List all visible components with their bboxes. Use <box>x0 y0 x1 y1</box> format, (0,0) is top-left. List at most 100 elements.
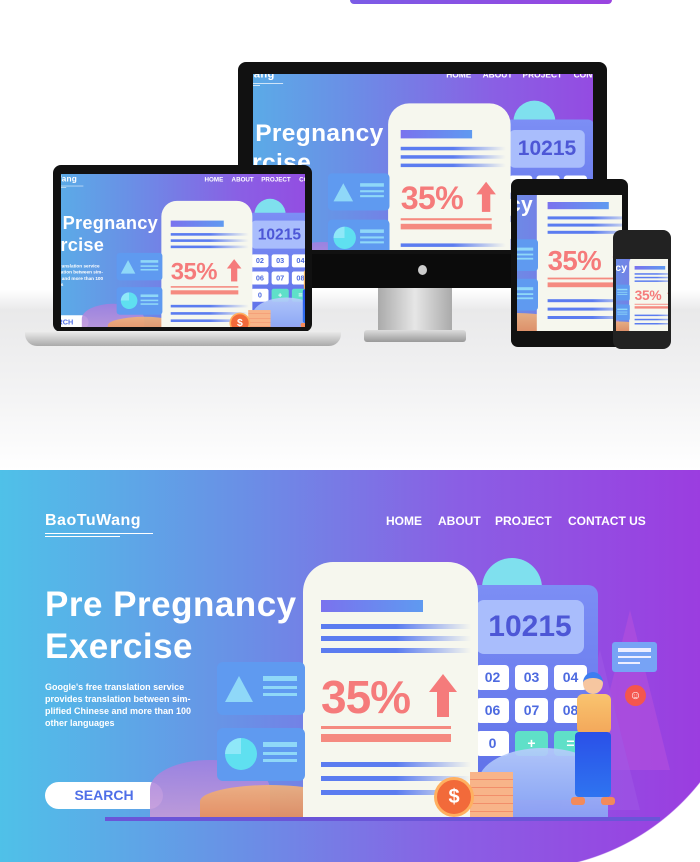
calculator-display: 10215 <box>509 130 585 168</box>
receipt-heading-bar <box>547 202 609 210</box>
monitor-base <box>364 330 466 342</box>
person-shoe <box>300 323 305 327</box>
receipt-line <box>547 230 622 234</box>
arrow-up-icon <box>476 181 496 195</box>
dollar-coin-icon: $ <box>434 777 474 817</box>
nav-contact-us[interactable]: CONTACT US <box>299 176 305 183</box>
receipt: 35% <box>388 103 511 250</box>
receipt-line <box>400 155 506 159</box>
arrow-up-icon <box>429 674 457 692</box>
pie-card <box>116 287 163 315</box>
calculator-key: 06 <box>476 698 509 723</box>
nav-home[interactable]: HOME <box>446 74 471 80</box>
title-line-1: Pre Pregnancy <box>45 585 297 624</box>
receipt-red-line <box>170 286 239 288</box>
nav-project[interactable]: PROJECT <box>495 514 552 528</box>
person-head <box>583 672 603 694</box>
hero-title: Pre Pregnancy Exercise <box>616 261 627 286</box>
nav-project[interactable]: PROJECT <box>523 74 563 80</box>
chart-card <box>116 252 163 281</box>
card-line <box>517 247 534 251</box>
nav-home[interactable]: HOME <box>386 514 422 528</box>
hero-title: Pre Pregnancy Exercise <box>517 195 533 243</box>
logo-underline <box>45 533 153 534</box>
nav-contact-us[interactable]: CONTACT US <box>574 74 593 80</box>
pie-card <box>327 219 390 250</box>
logo[interactable]: BaoTuWang <box>253 74 275 81</box>
nav-project[interactable]: PROJECT <box>261 176 290 183</box>
receipt-red-line <box>634 303 668 305</box>
receipt-red-line <box>321 734 451 742</box>
receipt-line <box>634 318 668 321</box>
receipt-line <box>400 146 506 151</box>
card-line <box>140 260 159 263</box>
logo[interactable]: BaoTuWang <box>61 175 77 184</box>
card-line <box>617 291 628 293</box>
person-shirt <box>577 694 611 734</box>
hero-banner: BaoTuWang HOME ABOUT PROJECT CONTACT US … <box>0 470 700 862</box>
msg-line <box>618 656 651 658</box>
top-banner-edge <box>350 0 612 4</box>
monitor-stand <box>378 286 452 332</box>
logo[interactable]: BaoTuWang <box>45 512 141 530</box>
card-line <box>140 303 159 305</box>
receipt-heading-bar <box>170 220 224 227</box>
nav-about[interactable]: ABOUT <box>483 74 513 80</box>
receipt-line <box>321 762 471 767</box>
percent-value: 35% <box>634 287 662 303</box>
receipt: 35% <box>161 200 253 327</box>
percent-value: 35% <box>547 244 602 276</box>
area-chart-icon <box>225 676 253 702</box>
msg-line <box>618 648 651 652</box>
nav-about[interactable]: ABOUT <box>438 514 481 528</box>
coin-stack <box>248 310 271 327</box>
title-line-1: Pre Pregnancy <box>616 261 628 274</box>
laptop-screen: BaoTuWang HOME ABOUT PROJECT CONTACT US … <box>61 174 305 327</box>
receipt-line <box>321 624 471 629</box>
person-figure <box>298 258 305 327</box>
receipt-line <box>170 233 249 236</box>
title-line-1: Pre Pregnancy <box>61 212 159 234</box>
pie-card <box>616 304 630 321</box>
area-chart-icon <box>120 260 136 274</box>
card-line <box>263 759 297 762</box>
receipt-line <box>634 314 668 317</box>
receipt-red-line <box>547 277 622 280</box>
nav-about[interactable]: ABOUT <box>232 176 254 183</box>
receipt-heading-bar <box>634 266 666 270</box>
receipt-heading-bar <box>400 130 473 139</box>
receipt: 35% <box>536 195 622 331</box>
pie-chart-icon <box>120 292 138 309</box>
card-line <box>140 294 159 298</box>
calculator-key: 07 <box>271 271 289 285</box>
msg-line <box>618 662 640 664</box>
calculator-key: 03 <box>271 254 289 268</box>
receipt-line <box>547 307 622 311</box>
logo-underline <box>61 187 67 188</box>
percent-value: 35% <box>321 671 411 723</box>
receipt-line <box>547 223 622 227</box>
logo-underline <box>61 185 84 187</box>
receipt-line <box>170 239 249 242</box>
receipt: 35% <box>629 259 668 331</box>
receipt-line <box>547 216 622 220</box>
receipt-line <box>170 245 249 249</box>
logo-underline <box>253 83 284 84</box>
chart-card <box>217 662 305 715</box>
arrow-up-icon-stem <box>481 193 491 212</box>
title-line-1: Pre Pregnancy <box>253 119 384 147</box>
card-line <box>263 742 297 747</box>
pie-card <box>217 728 305 781</box>
white-curve <box>540 760 700 862</box>
card-line <box>360 236 384 239</box>
pie-card <box>517 278 538 311</box>
nav-contact-us[interactable]: CONTACT US <box>568 514 646 528</box>
smiley-icon: ☺ <box>625 685 646 706</box>
hero-description: Google's free translation service provid… <box>45 682 192 728</box>
nav-home[interactable]: HOME <box>205 176 224 183</box>
receipt-line <box>400 243 506 247</box>
chart-card <box>616 284 630 301</box>
receipt-red-line <box>634 306 668 309</box>
search-button[interactable]: SEARCH <box>45 782 163 809</box>
tablet-screen: BaoTuWang HOME ABOUT PROJECT CONTACT US … <box>517 195 622 331</box>
